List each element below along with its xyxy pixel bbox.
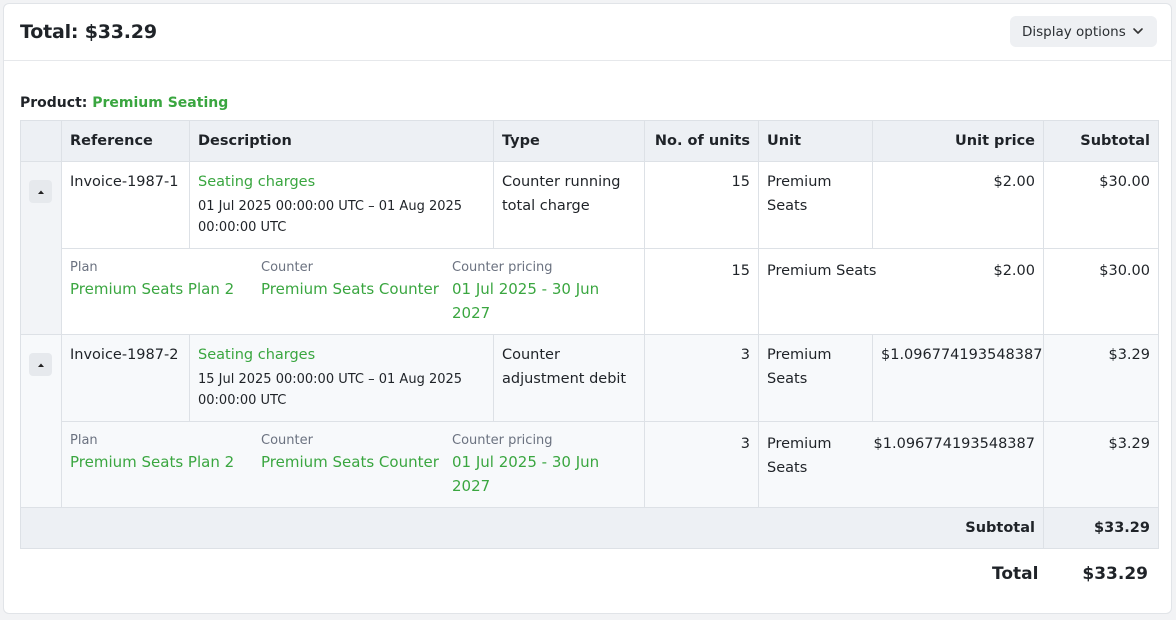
column-header-type: Type [493,120,645,162]
column-header-reference: Reference [61,120,190,162]
column-header-subtotal: Subtotal [1043,120,1159,162]
collapse-row-button[interactable] [29,353,52,376]
table-detail-row: Plan Premium Seats Plan 2 Counter Premiu… [21,248,1159,335]
caret-up-icon [37,190,44,194]
detail-unit-cell: Premium Seats $1.096774193548387 [758,421,1044,508]
type-cell: Counter running total charge [493,161,645,249]
plan-link[interactable]: Premium Seats Plan 2 [70,450,261,474]
subtotal-cell: $3.29 [1043,334,1159,422]
plan-label: Plan [70,433,98,448]
detail-unit-text: Premium Seats [767,263,877,279]
subtotal-label: Subtotal [20,507,1044,549]
caret-up-icon [37,363,44,367]
product-line: Product: Premium Seating [20,95,228,111]
plan-link[interactable]: Premium Seats Plan 2 [70,277,261,301]
detail-unit-price-text: $1.096774193548387 [873,436,1035,452]
column-header-unit: Unit [758,120,873,162]
counter-pricing-link[interactable]: 01 Jul 2025 - 30 Jun 2027 [452,450,622,498]
unit-cell: Premium Seats [758,161,873,249]
reference-cell: Invoice-1987-1 [61,161,190,249]
unit-price-cell: $2.00 [872,161,1044,249]
period-text: 15 Jul 2025 00:00:00 UTC – 01 Aug 2025 0… [198,372,463,408]
column-header-unit-price: Unit price [872,120,1044,162]
detail-unit-text: Premium Seats [767,436,832,476]
counter-link[interactable]: Premium Seats Counter [261,277,452,301]
counter-label: Counter [261,260,313,275]
description-link[interactable]: Seating charges [198,347,315,363]
description-cell: Seating charges 15 Jul 2025 00:00:00 UTC… [189,334,494,422]
card-header: Total: $33.29 Display options [4,4,1171,61]
product-name[interactable]: Premium Seating [92,95,228,111]
chevron-down-icon [1133,28,1143,34]
counter-link[interactable]: Premium Seats Counter [261,450,452,474]
subtotal-cell: $30.00 [1043,161,1159,249]
detail-info-cell: Plan Premium Seats Plan 2 Counter Premiu… [61,421,645,508]
grand-total-value: $33.29 [1082,564,1148,584]
invoice-card: Total: $33.29 Display options Product: P… [3,3,1172,614]
description-cell: Seating charges 01 Jul 2025 00:00:00 UTC… [189,161,494,249]
column-header-units: No. of units [644,120,759,162]
description-link[interactable]: Seating charges [198,174,315,190]
counter-pricing-label: Counter pricing [452,433,553,448]
display-options-button[interactable]: Display options [1010,16,1157,47]
product-label: Product: [20,95,88,111]
reference-cell: Invoice-1987-2 [61,334,190,422]
unit-price-cell: $1.096774193548387 [872,334,1044,422]
counter-label: Counter [261,433,313,448]
detail-unit-cell: Premium Seats $2.00 [758,248,1044,335]
unit-cell: Premium Seats [758,334,873,422]
counter-pricing-link[interactable]: 01 Jul 2025 - 30 Jun 2027 [452,277,622,325]
detail-subtotal-cell: $3.29 [1043,421,1159,508]
plan-label: Plan [70,260,98,275]
grand-total-label: Total [992,564,1039,584]
total-title: Total: $33.29 [20,21,157,43]
units-cell: 15 [644,161,759,249]
counter-pricing-label: Counter pricing [452,260,553,275]
row-expander-cell [20,161,62,335]
period-text: 01 Jul 2025 00:00:00 UTC – 01 Aug 2025 0… [198,199,463,235]
units-cell: 3 [644,334,759,422]
detail-units-cell: 3 [644,421,759,508]
column-header-description: Description [189,120,494,162]
detail-units-cell: 15 [644,248,759,335]
table-detail-row: Plan Premium Seats Plan 2 Counter Premiu… [21,421,1159,508]
type-cell: Counter adjustment debit [493,334,645,422]
collapse-row-button[interactable] [29,180,52,203]
display-options-label: Display options [1022,23,1126,40]
subtotal-value: $33.29 [1043,507,1159,549]
expander-column-header [20,120,62,162]
detail-subtotal-cell: $30.00 [1043,248,1159,335]
table-header-row: Reference Description Type No. of units … [20,120,1159,162]
detail-unit-price-text: $2.00 [993,263,1035,279]
row-expander-cell [20,334,62,508]
table-row: Invoice-1987-2 Seating charges 15 Jul 20… [20,334,1159,508]
table-row: Invoice-1987-1 Seating charges 01 Jul 20… [20,161,1159,335]
invoice-lines-table: Reference Description Type No. of units … [20,120,1159,549]
detail-info-cell: Plan Premium Seats Plan 2 Counter Premiu… [61,248,645,335]
subtotal-row: Subtotal $33.29 [20,507,1159,549]
